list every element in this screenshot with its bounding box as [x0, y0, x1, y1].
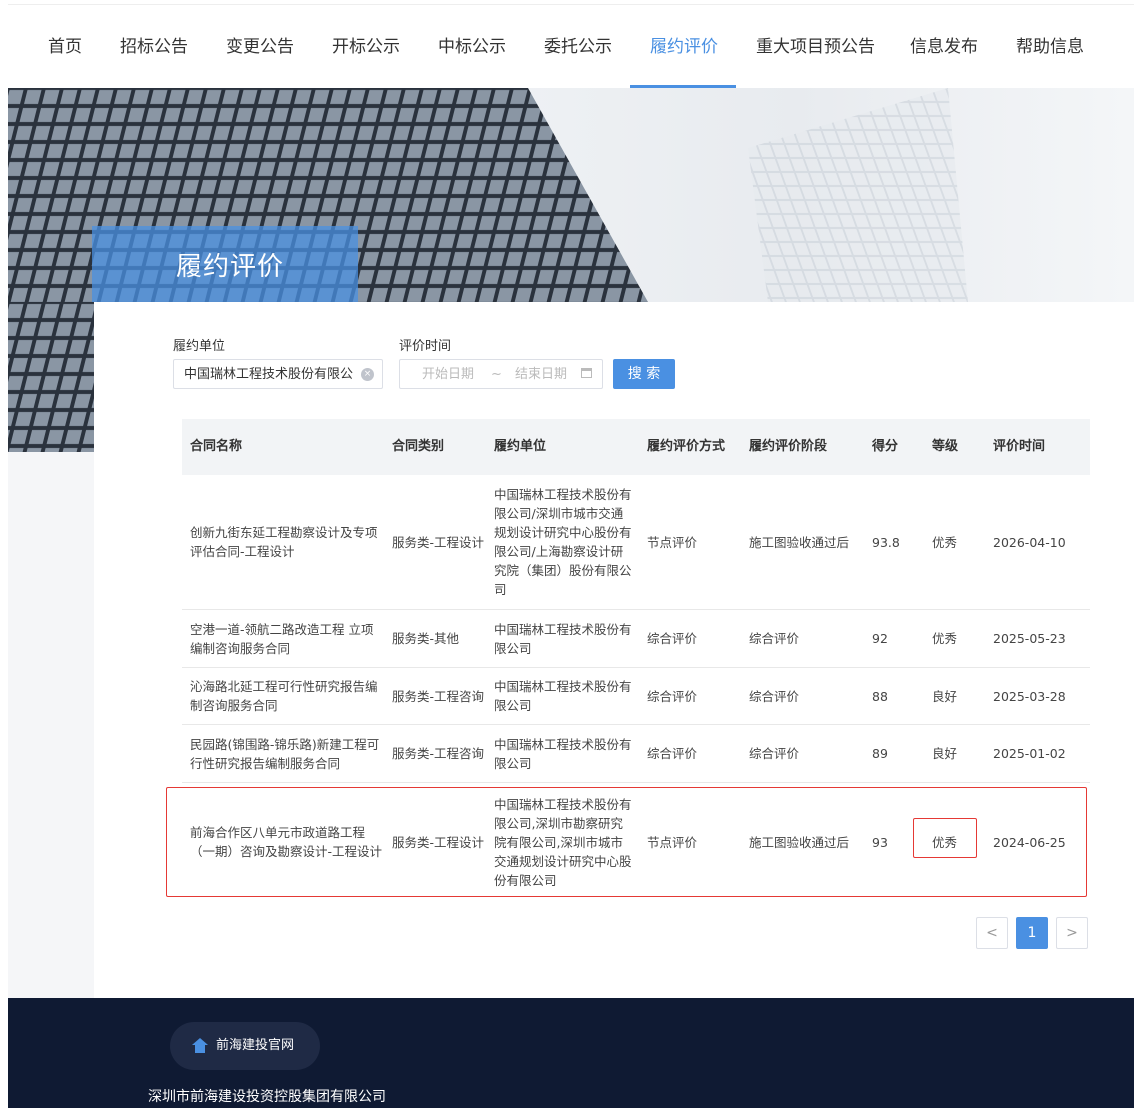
nav-item-major-project[interactable]: 重大项目预公告: [756, 5, 875, 89]
table-row[interactable]: 创新九街东延工程勘察设计及专项评估合同-工程设计 服务类-工程设计 中国瑞林工程…: [182, 475, 1090, 610]
cell-unit: 中国瑞林工程技术股份有限公司,深圳市勘察研究院有限公司,深圳市城市交通规划设计研…: [494, 796, 632, 888]
cell-stage: 综合评价: [749, 746, 800, 761]
page-title: 履约评价: [176, 252, 285, 282]
left-margin: [8, 452, 94, 998]
date-separator: ~: [491, 367, 502, 382]
cell-method: 综合评价: [647, 631, 698, 646]
cell-grade: 优秀: [932, 631, 958, 646]
unit-filter-input[interactable]: 中国瑞林工程技术股份有限公 ×: [173, 359, 383, 389]
main-content: 履约单位 中国瑞林工程技术股份有限公 × 评价时间 开始日期 ~ 结束日期 搜 …: [94, 302, 1134, 998]
cell-contract-name[interactable]: 前海合作区八单元市政道路工程（一期）咨询及勘察设计-工程设计: [190, 788, 382, 896]
cell-contract-type: 服务类-工程设计: [392, 834, 485, 850]
cell-score: 88: [872, 688, 888, 704]
cell-contract-name[interactable]: 沁海路北延工程可行性研究报告编制咨询服务合同: [190, 668, 382, 724]
col-header-grade[interactable]: 等级: [932, 419, 958, 475]
col-header-date[interactable]: 评价时间: [993, 419, 1045, 475]
cell-grade: 优秀: [932, 534, 958, 550]
table-row[interactable]: 民园路(锦围路-锦乐路)新建工程可行性研究报告编制服务合同 服务类-工程咨询 中…: [182, 725, 1090, 783]
cell-stage: 施工图验收通过后: [749, 534, 850, 550]
cell-unit: 中国瑞林工程技术股份有限公司: [494, 679, 632, 713]
cell-contract-name[interactable]: 创新九街东延工程勘察设计及专项评估合同-工程设计: [190, 475, 382, 609]
cell-contract-type: 服务类-工程设计: [392, 534, 485, 550]
cell-grade: 良好: [932, 688, 958, 704]
cell-contract-type: 服务类-工程咨询: [392, 688, 485, 704]
cell-date: 2026-04-10: [993, 534, 1066, 550]
cell-unit: 中国瑞林工程技术股份有限公司/深圳市城市交通规划设计研究中心股份有限公司/上海勘…: [494, 487, 632, 597]
nav-item-performance-evaluation[interactable]: 履约评价: [650, 5, 718, 89]
cell-score: 93: [872, 834, 888, 850]
nav-item-change-notice[interactable]: 变更公告: [226, 5, 294, 89]
nav-item-award-notice[interactable]: 中标公示: [438, 5, 506, 89]
prev-page-button[interactable]: <: [976, 917, 1008, 949]
cell-score: 92: [872, 631, 888, 646]
time-filter-label: 评价时间: [399, 339, 452, 354]
cell-stage: 施工图验收通过后: [749, 834, 850, 850]
nav-item-tender-notice[interactable]: 招标公告: [120, 5, 188, 89]
cell-date: 2025-03-28: [993, 688, 1066, 704]
unit-filter-label: 履约单位: [173, 339, 226, 354]
footer-company-name: 深圳市前海建设投资控股集团有限公司: [148, 1089, 386, 1105]
col-header-stage[interactable]: 履约评价阶段: [749, 419, 827, 475]
col-header-score[interactable]: 得分: [872, 419, 898, 475]
cell-method: 节点评价: [647, 534, 698, 550]
cell-stage: 综合评价: [749, 631, 800, 646]
nav-item-help[interactable]: 帮助信息: [1016, 5, 1084, 89]
col-header-contract-name[interactable]: 合同名称: [190, 419, 242, 475]
cell-grade: 良好: [932, 746, 958, 761]
start-date-input[interactable]: 开始日期: [422, 360, 474, 390]
cell-contract-type: 服务类-工程咨询: [392, 746, 485, 761]
cell-contract-name[interactable]: 民园路(锦围路-锦乐路)新建工程可行性研究报告编制服务合同: [190, 725, 382, 782]
cell-unit: 中国瑞林工程技术股份有限公司: [494, 736, 632, 771]
table-row[interactable]: 沁海路北延工程可行性研究报告编制咨询服务合同 服务类-工程咨询 中国瑞林工程技术…: [182, 668, 1090, 725]
cell-grade: 优秀: [932, 834, 958, 850]
end-date-input[interactable]: 结束日期: [515, 360, 567, 390]
footer: 前海建投官网 深圳市前海建设投资控股集团有限公司: [8, 998, 1134, 1108]
home-icon: [192, 1038, 208, 1045]
cell-unit: 中国瑞林工程技术股份有限公司: [494, 621, 632, 656]
cell-date: 2025-05-23: [993, 631, 1066, 646]
cell-score: 93.8: [872, 534, 900, 550]
nav-item-entrust-notice[interactable]: 委托公示: [544, 5, 612, 89]
nav-item-bid-opening[interactable]: 开标公示: [332, 5, 400, 89]
cell-contract-type: 服务类-其他: [392, 631, 460, 646]
cell-score: 89: [872, 746, 888, 761]
official-site-link[interactable]: 前海建投官网: [170, 1022, 320, 1070]
cell-stage: 综合评价: [749, 688, 800, 704]
col-header-unit[interactable]: 履约单位: [494, 419, 546, 475]
top-nav: 首页 招标公告 变更公告 开标公示 中标公示 委托公示 履约评价 重大项目预公告…: [8, 4, 1134, 89]
col-header-contract-type[interactable]: 合同类别: [392, 419, 444, 475]
clear-icon[interactable]: ×: [361, 368, 374, 381]
table-row[interactable]: 前海合作区八单元市政道路工程（一期）咨询及勘察设计-工程设计 服务类-工程设计 …: [182, 788, 1090, 896]
nav-item-info-release[interactable]: 信息发布: [910, 5, 978, 89]
hero-banner: 履约评价: [8, 88, 1134, 302]
next-page-button[interactable]: >: [1056, 917, 1088, 949]
cell-contract-name[interactable]: 空港一道-领航二路改造工程 立项编制咨询服务合同: [190, 610, 382, 667]
date-range-picker[interactable]: 开始日期 ~ 结束日期: [399, 359, 603, 389]
col-header-method[interactable]: 履约评价方式: [647, 419, 725, 475]
building-continuation: [8, 302, 94, 452]
cell-date: 2025-01-02: [993, 746, 1066, 761]
search-button[interactable]: 搜 索: [613, 359, 675, 389]
cell-method: 节点评价: [647, 834, 698, 850]
calendar-icon: [581, 368, 592, 378]
cell-method: 综合评价: [647, 746, 698, 761]
nav-item-home[interactable]: 首页: [48, 5, 82, 89]
page-1-button[interactable]: 1: [1016, 917, 1048, 949]
official-site-label: 前海建投官网: [216, 1038, 295, 1053]
table-row[interactable]: 空港一道-领航二路改造工程 立项编制咨询服务合同 服务类-其他 中国瑞林工程技术…: [182, 610, 1090, 668]
home-icon-body: [195, 1045, 205, 1053]
table-header: 合同名称 合同类别 履约单位 履约评价方式 履约评价阶段 得分 等级 评价时间: [182, 419, 1090, 475]
cell-method: 综合评价: [647, 688, 698, 704]
cell-date: 2024-06-25: [993, 834, 1066, 850]
unit-filter-value: 中国瑞林工程技术股份有限公: [184, 367, 354, 382]
